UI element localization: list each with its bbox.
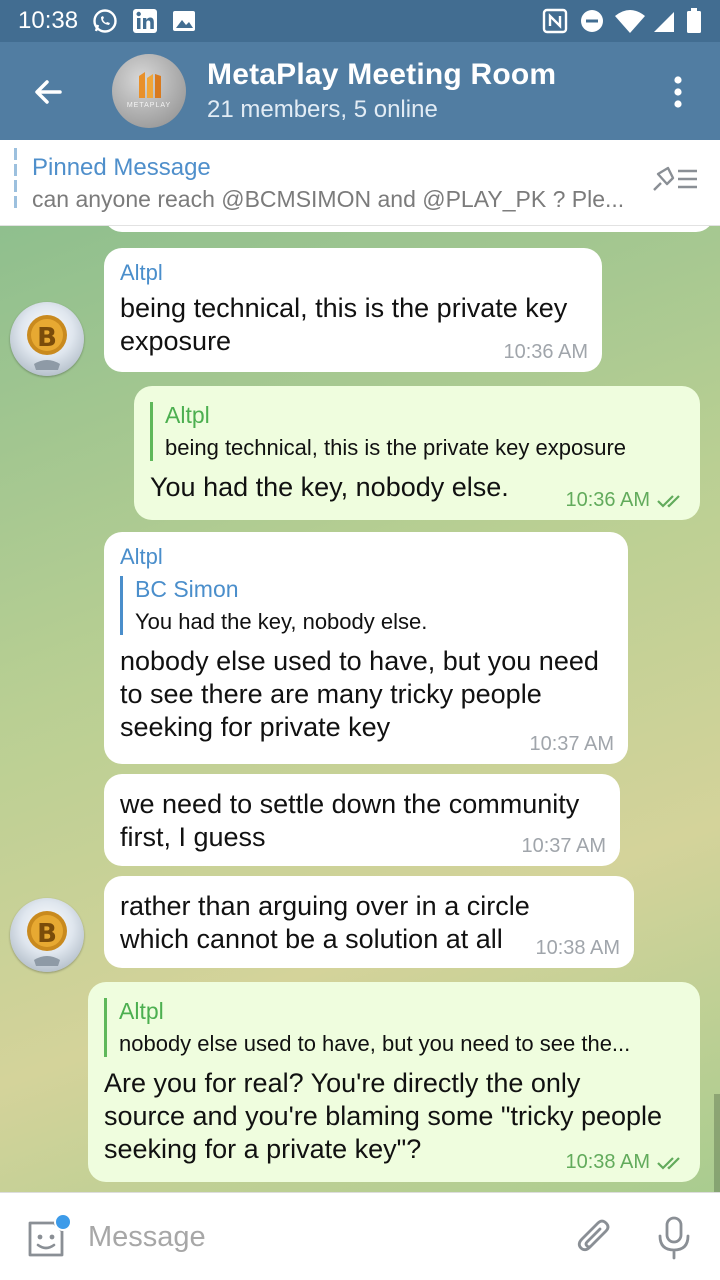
more-options-icon[interactable]	[664, 72, 692, 112]
message-bubble-outgoing[interactable]: Altpl being technical, this is the priva…	[134, 386, 700, 520]
reply-text: You had the key, nobody else.	[135, 609, 428, 634]
read-check-icon	[657, 494, 680, 508]
reply-quote[interactable]: BC Simon You had the key, nobody else.	[120, 576, 612, 635]
message-time: 10:37 AM	[521, 835, 606, 857]
reply-name: Altpl	[119, 998, 164, 1024]
chat-subtitle: 21 members, 5 online	[207, 96, 438, 123]
message-time: 10:36 AM	[565, 489, 686, 512]
reply-text: nobody else used to have, but you need t…	[119, 1031, 631, 1056]
reply-text: being technical, this is the private key…	[165, 435, 627, 460]
pinned-text: can anyone reach @BCMSIMON and @PLAY_PK …	[32, 186, 625, 212]
status-bar: 10:38	[0, 0, 720, 42]
message-time: 10:38 AM	[565, 1151, 686, 1174]
sender-avatar[interactable]: B	[10, 898, 84, 972]
message-time: 10:37 AM	[529, 733, 614, 755]
sender-avatar[interactable]: B	[10, 302, 84, 376]
message-bubble-incoming[interactable]: Altpl being technical, this is the priva…	[104, 248, 602, 372]
pinned-message-bar[interactable]: Pinned Message can anyone reach @BCMSIMO…	[0, 140, 720, 226]
battery-icon	[687, 8, 701, 33]
message-input[interactable]	[88, 1215, 548, 1259]
message-time: 10:36 AM	[503, 341, 588, 363]
message-bubble-partial	[104, 226, 714, 232]
wifi-icon	[615, 10, 645, 33]
group-avatar[interactable]: METAPLAY	[112, 54, 186, 128]
message-bubble-incoming[interactable]: rather than arguing over in a circle whi…	[104, 876, 634, 968]
chat-title[interactable]: MetaPlay Meeting Room	[207, 58, 556, 92]
svg-text:METAPLAY: METAPLAY	[127, 102, 171, 109]
whatsapp-icon	[93, 9, 117, 33]
message-time: 10:38 AM	[535, 937, 620, 959]
attach-icon[interactable]	[574, 1217, 614, 1259]
status-time: 10:38	[18, 7, 79, 34]
chat-header: METAPLAY MetaPlay Meeting Room 21 member…	[0, 42, 720, 140]
message-bubble-incoming[interactable]: Altpl BC Simon You had the key, nobody e…	[104, 532, 628, 764]
message-bubble-incoming[interactable]: we need to settle down the community fir…	[104, 774, 620, 866]
reply-quote[interactable]: Altpl being technical, this is the priva…	[150, 402, 684, 461]
pinned-indicator	[14, 148, 17, 208]
message-bubble-outgoing[interactable]: Altpl nobody else used to have, but you …	[88, 982, 700, 1182]
message-text: nobody else used to have, but you need t…	[120, 646, 599, 742]
reply-name: Altpl	[165, 402, 210, 428]
sender-name[interactable]: Altpl	[120, 544, 612, 570]
svg-text:B: B	[37, 323, 57, 353]
svg-text:B: B	[37, 919, 57, 949]
gallery-icon	[173, 11, 195, 31]
microphone-icon[interactable]	[656, 1215, 692, 1261]
reply-name: BC Simon	[135, 576, 239, 602]
notification-dot	[54, 1213, 72, 1231]
bitcoin-globe-icon: B	[27, 911, 67, 966]
scrollbar[interactable]	[714, 1094, 720, 1192]
sender-name[interactable]: Altpl	[120, 260, 586, 286]
pin-list-icon[interactable]	[650, 164, 700, 196]
nfc-icon	[542, 8, 568, 34]
back-arrow-icon[interactable]	[28, 72, 68, 112]
read-check-icon	[657, 1156, 680, 1170]
pinned-title: Pinned Message	[32, 154, 211, 181]
message-composer	[0, 1192, 720, 1280]
linkedin-icon	[133, 9, 157, 33]
signal-icon	[654, 12, 674, 32]
do-not-disturb-icon	[581, 10, 603, 32]
chat-history[interactable]: Altpl being technical, this is the priva…	[0, 226, 720, 1192]
reply-quote[interactable]: Altpl nobody else used to have, but you …	[104, 998, 684, 1057]
bitcoin-globe-icon: B	[27, 315, 67, 370]
metaplay-logo-icon: METAPLAY	[127, 72, 171, 109]
